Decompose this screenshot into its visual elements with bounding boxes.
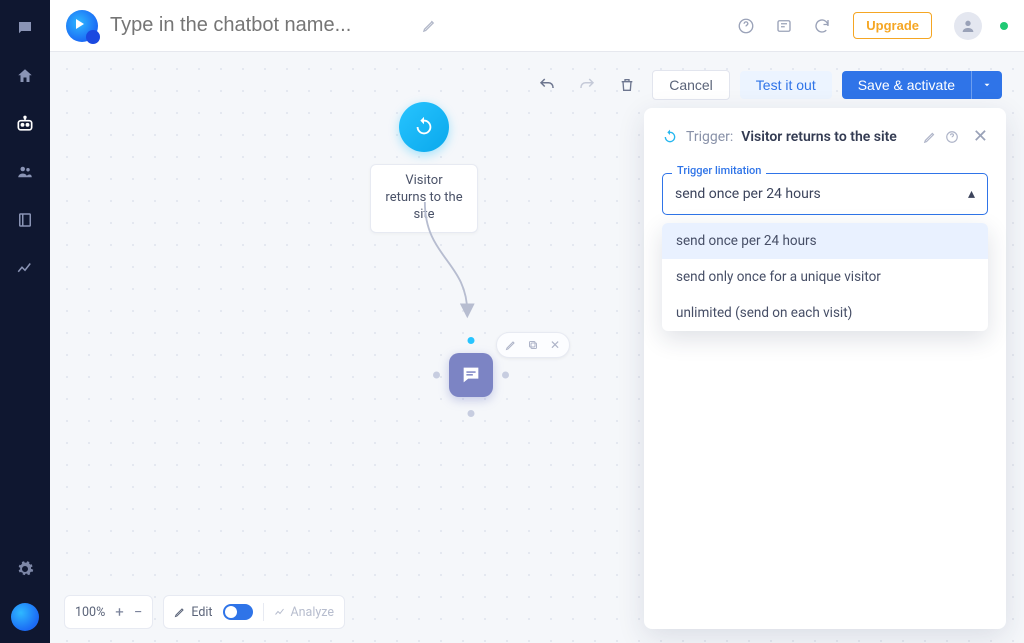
panel-type-label: Trigger: bbox=[686, 129, 733, 145]
trigger-node[interactable]: Visitor returns to the site bbox=[370, 102, 478, 233]
chatbot-name-input[interactable] bbox=[110, 14, 410, 37]
mode-toggle[interactable] bbox=[223, 604, 253, 620]
panel-edit-icon[interactable] bbox=[923, 130, 937, 144]
trigger-circle-icon[interactable] bbox=[399, 102, 449, 152]
node-action-toolbar: ✕ bbox=[496, 332, 570, 358]
dropdown-option[interactable]: send only once for a unique visitor bbox=[662, 259, 988, 295]
canvas-bottom-bar: 100% + − Edit Analyze bbox=[64, 595, 345, 629]
panel-trigger-name: Visitor returns to the site bbox=[741, 129, 897, 145]
select-value: send once per 24 hours bbox=[675, 186, 821, 202]
trigger-type-icon bbox=[662, 129, 678, 145]
user-avatar[interactable] bbox=[954, 12, 982, 40]
nav-chat-icon[interactable] bbox=[11, 14, 39, 42]
trigger-limitation-select[interactable]: send once per 24 hours ▴ bbox=[662, 173, 988, 215]
delete-icon[interactable] bbox=[612, 70, 642, 100]
panel-header: Trigger: Visitor returns to the site ✕ bbox=[662, 126, 988, 147]
zoom-out-button[interactable]: − bbox=[134, 603, 143, 621]
trigger-node-label: Visitor returns to the site bbox=[370, 164, 478, 233]
save-dropdown-button[interactable] bbox=[971, 71, 1002, 99]
node-port-top[interactable] bbox=[468, 337, 475, 344]
trigger-limitation-field: Trigger limitation send once per 24 hour… bbox=[662, 173, 988, 331]
nav-contacts-icon[interactable] bbox=[11, 158, 39, 186]
node-copy-icon[interactable] bbox=[525, 335, 541, 355]
upgrade-button[interactable]: Upgrade bbox=[853, 12, 932, 39]
message-node[interactable] bbox=[449, 353, 493, 397]
left-nav-rail bbox=[0, 0, 50, 643]
nav-library-icon[interactable] bbox=[11, 206, 39, 234]
nav-bot-icon[interactable] bbox=[11, 110, 39, 138]
brand-logo[interactable] bbox=[66, 10, 98, 42]
panel-help-icon[interactable] bbox=[945, 130, 959, 144]
field-label: Trigger limitation bbox=[672, 164, 766, 177]
node-edit-icon[interactable] bbox=[503, 335, 519, 355]
redo-icon[interactable] bbox=[572, 70, 602, 100]
presence-indicator bbox=[1000, 22, 1008, 30]
help-icon[interactable] bbox=[733, 13, 759, 39]
top-bar: Upgrade bbox=[50, 0, 1024, 52]
zoom-controls: 100% + − bbox=[64, 595, 153, 629]
analyze-mode-button[interactable]: Analyze bbox=[274, 605, 335, 620]
node-delete-icon[interactable]: ✕ bbox=[547, 335, 563, 355]
save-activate-button[interactable]: Save & activate bbox=[842, 71, 971, 99]
save-button-group: Save & activate bbox=[842, 71, 1002, 99]
node-port-left[interactable] bbox=[433, 372, 440, 379]
undo-icon[interactable] bbox=[532, 70, 562, 100]
node-port-right[interactable] bbox=[502, 372, 509, 379]
nav-settings-icon[interactable] bbox=[11, 555, 39, 583]
news-icon[interactable] bbox=[771, 13, 797, 39]
panel-close-icon[interactable]: ✕ bbox=[973, 126, 988, 147]
cancel-button[interactable]: Cancel bbox=[652, 70, 730, 100]
trigger-limitation-dropdown: send once per 24 hours send only once fo… bbox=[662, 223, 988, 331]
dropdown-option[interactable]: unlimited (send on each visit) bbox=[662, 295, 988, 331]
test-button[interactable]: Test it out bbox=[740, 71, 832, 99]
refresh-icon[interactable] bbox=[809, 13, 835, 39]
trigger-settings-panel: Trigger: Visitor returns to the site ✕ T… bbox=[644, 108, 1006, 629]
canvas-toolbar: Cancel Test it out Save & activate bbox=[532, 70, 1002, 100]
dropdown-option[interactable]: send once per 24 hours bbox=[662, 223, 988, 259]
nav-analytics-icon[interactable] bbox=[11, 254, 39, 282]
mode-switch: Edit Analyze bbox=[163, 595, 345, 629]
edit-name-icon[interactable] bbox=[422, 18, 437, 33]
brand-logo-small[interactable] bbox=[11, 603, 39, 631]
main-column: Upgrade Cancel Test it out Save & activa… bbox=[50, 0, 1024, 643]
zoom-in-button[interactable]: + bbox=[115, 603, 124, 621]
node-port-bottom[interactable] bbox=[468, 410, 475, 417]
caret-up-icon: ▴ bbox=[968, 186, 975, 202]
nav-home-icon[interactable] bbox=[11, 62, 39, 90]
zoom-value: 100% bbox=[75, 605, 105, 620]
edit-mode-button[interactable]: Edit bbox=[174, 605, 212, 620]
flow-canvas[interactable]: Cancel Test it out Save & activate Visit… bbox=[50, 52, 1024, 643]
